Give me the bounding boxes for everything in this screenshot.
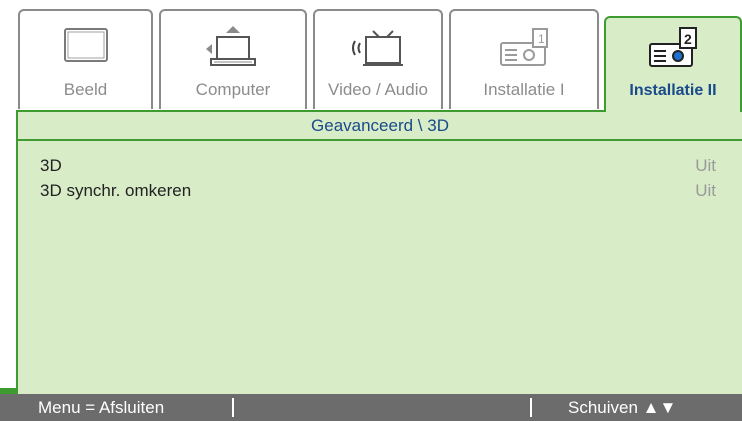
svg-text:1: 1 [538, 32, 545, 46]
tab-computer[interactable]: Computer [159, 9, 307, 109]
setting-value[interactable]: Uit [695, 178, 716, 203]
setting-label: 3D [40, 156, 62, 175]
footer-bar: Menu = Afsluiten Schuiven ▲▼ [0, 394, 742, 421]
video-audio-icon [352, 30, 403, 66]
setting-row-3d-sync-invert[interactable]: 3D synchr. omkeren Uit [40, 178, 716, 203]
tab-video-audio[interactable]: Video / Audio [313, 9, 443, 109]
tab-beeld[interactable]: Beeld [18, 9, 153, 109]
tab-label: Video / Audio [328, 80, 428, 99]
projector-help-icon: 2 [649, 27, 697, 67]
footer-divider [530, 398, 532, 417]
svg-text:2: 2 [684, 31, 692, 47]
tab-label: Computer [195, 80, 271, 99]
breadcrumb: Geavanceerd \ 3D [18, 112, 742, 141]
tab-installatie-1[interactable]: 1 Installatie I [449, 9, 599, 109]
tab-label: Installatie I [483, 80, 565, 99]
settings-list: 3D Uit 3D synchr. omkeren Uit [40, 153, 716, 203]
projector-icon: 1 [500, 28, 548, 66]
exit-hint: Menu = Afsluiten [38, 398, 165, 417]
monitor-icon [63, 28, 108, 62]
navigate-hint: Schuiven ▲▼ [568, 398, 677, 417]
laptop-icon [206, 26, 256, 66]
footer-divider [232, 398, 234, 417]
settings-panel: Geavanceerd \ 3D 3D Uit 3D synchr. omker… [16, 110, 742, 388]
tab-bar: Beeld Computer Video / Audio 1 Installat… [0, 0, 742, 112]
setting-value[interactable]: Uit [695, 153, 716, 178]
tab-label: Installatie II [629, 82, 717, 99]
setting-label: 3D synchr. omkeren [40, 181, 192, 200]
setting-row-3d[interactable]: 3D Uit [40, 153, 716, 178]
tab-label: Beeld [63, 80, 108, 99]
tab-installatie-2[interactable]: 2 Installatie II [604, 16, 742, 112]
osd-menu: Beeld Computer Video / Audio 1 Installat… [0, 0, 742, 421]
